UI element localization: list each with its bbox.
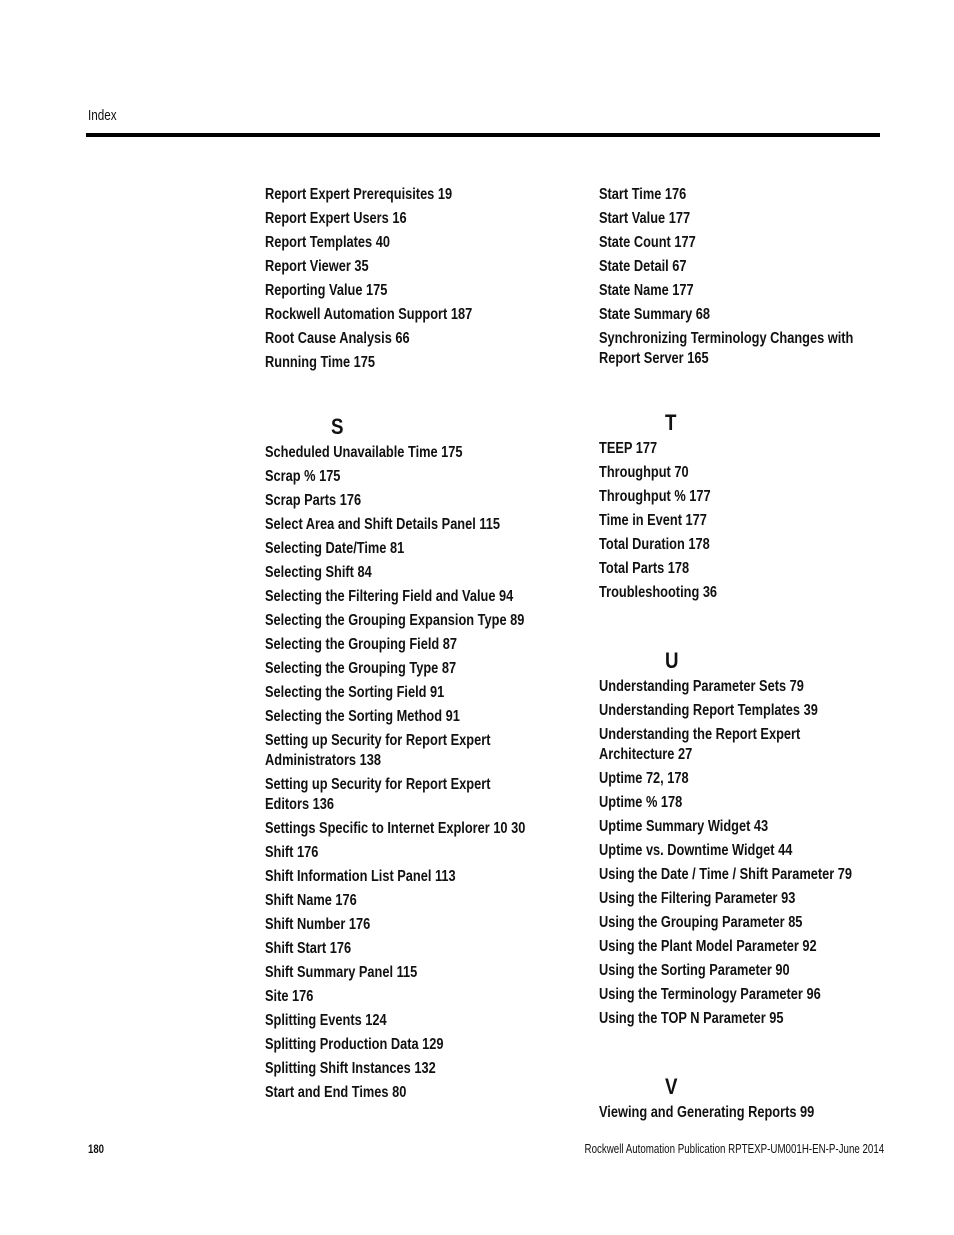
index-entry[interactable]: Throughput % 177 (599, 487, 871, 507)
index-entry[interactable]: Site 176 (265, 987, 537, 1007)
index-entry[interactable]: State Name 177 (599, 281, 871, 301)
index-entry[interactable]: Using the Terminology Parameter 96 (599, 985, 871, 1005)
section-letter-t: T (665, 410, 677, 435)
index-entry[interactable]: Start Value 177 (599, 209, 871, 229)
index-entry[interactable]: Total Duration 178 (599, 535, 871, 555)
index-entry[interactable]: Setting up Security for Report Expert Ad… (265, 731, 537, 771)
section-letter-v: V (665, 1074, 678, 1099)
index-entry[interactable]: Using the Date / Time / Shift Parameter … (599, 865, 871, 885)
index-entry[interactable]: Scheduled Unavailable Time 175 (265, 443, 537, 463)
index-entry[interactable]: Uptime % 178 (599, 793, 871, 813)
index-entry[interactable]: Scrap Parts 176 (265, 491, 537, 511)
index-entry[interactable]: Settings Specific to Internet Explorer 1… (265, 819, 537, 839)
index-entry[interactable]: Using the TOP N Parameter 95 (599, 1009, 871, 1029)
index-entry[interactable]: TEEP 177 (599, 439, 871, 459)
index-entry[interactable]: Selecting the Grouping Expansion Type 89 (265, 611, 537, 631)
index-entry[interactable]: Understanding Report Templates 39 (599, 701, 871, 721)
index-entry[interactable]: Uptime Summary Widget 43 (599, 817, 871, 837)
index-column-right: Start Time 176 Start Value 177 State Cou… (599, 185, 889, 1127)
index-entry[interactable]: Total Parts 178 (599, 559, 871, 579)
index-entry[interactable]: Selecting the Sorting Field 91 (265, 683, 537, 703)
index-entry[interactable]: Shift Start 176 (265, 939, 537, 959)
index-entry[interactable]: Understanding Parameter Sets 79 (599, 677, 871, 697)
index-entry[interactable]: Selecting the Sorting Method 91 (265, 707, 537, 727)
index-entry[interactable]: Using the Grouping Parameter 85 (599, 913, 871, 933)
index-entry[interactable]: Setting up Security for Report Expert Ed… (265, 775, 537, 815)
index-entry[interactable]: Splitting Production Data 129 (265, 1035, 537, 1055)
index-entry[interactable]: Shift Name 176 (265, 891, 537, 911)
index-entry[interactable]: Selecting the Filtering Field and Value … (265, 587, 537, 607)
index-entry[interactable]: Report Expert Users 16 (265, 209, 537, 229)
index-entry[interactable]: Report Expert Prerequisites 19 (265, 185, 537, 205)
index-entry[interactable]: Uptime 72, 178 (599, 769, 871, 789)
index-entry[interactable]: Throughput 70 (599, 463, 871, 483)
index-entry[interactable]: Scrap % 175 (265, 467, 537, 487)
index-entry[interactable]: Select Area and Shift Details Panel 115 (265, 515, 537, 535)
index-entry[interactable]: Selecting the Grouping Field 87 (265, 635, 537, 655)
index-entry[interactable]: Using the Sorting Parameter 90 (599, 961, 871, 981)
section-letter-u: U (665, 648, 679, 673)
index-entry[interactable]: Rockwell Automation Support 187 (265, 305, 537, 325)
index-entry[interactable]: Using the Plant Model Parameter 92 (599, 937, 871, 957)
page-number: 180 (88, 1142, 105, 1156)
index-entry[interactable]: State Summary 68 (599, 305, 871, 325)
index-entry[interactable]: Selecting the Grouping Type 87 (265, 659, 537, 679)
index-entry[interactable]: Splitting Events 124 (265, 1011, 537, 1031)
index-entry[interactable]: Shift Summary Panel 115 (265, 963, 537, 983)
running-header: Index (88, 107, 117, 124)
index-entry[interactable]: Shift Number 176 (265, 915, 537, 935)
index-entry[interactable]: Troubleshooting 36 (599, 583, 871, 603)
index-entry[interactable]: Time in Event 177 (599, 511, 871, 531)
section-letter-s: S (331, 414, 344, 439)
index-entry[interactable]: State Count 177 (599, 233, 871, 253)
index-entry[interactable]: Shift Information List Panel 113 (265, 867, 537, 887)
index-entry[interactable]: Reporting Value 175 (265, 281, 537, 301)
index-entry[interactable]: Understanding the Report Expert Architec… (599, 725, 871, 765)
index-entry[interactable]: Shift 176 (265, 843, 537, 863)
index-column-left: Report Expert Prerequisites 19 Report Ex… (265, 185, 555, 1107)
index-entry[interactable]: Report Templates 40 (265, 233, 537, 253)
header-rule (86, 133, 880, 137)
index-entry[interactable]: Root Cause Analysis 66 (265, 329, 537, 349)
index-entry[interactable]: Splitting Shift Instances 132 (265, 1059, 537, 1079)
index-entry[interactable]: Uptime vs. Downtime Widget 44 (599, 841, 871, 861)
index-entry[interactable]: Running Time 175 (265, 353, 537, 373)
index-entry[interactable]: Start and End Times 80 (265, 1083, 537, 1103)
index-entry[interactable]: State Detail 67 (599, 257, 871, 277)
index-entry[interactable]: Selecting Shift 84 (265, 563, 537, 583)
index-entry[interactable]: Viewing and Generating Reports 99 (599, 1103, 871, 1123)
publication-footer: Rockwell Automation Publication RPTEXP-U… (584, 1142, 884, 1156)
index-entry[interactable]: Synchronizing Terminology Changes with R… (599, 329, 871, 369)
index-entry[interactable]: Using the Filtering Parameter 93 (599, 889, 871, 909)
index-entry[interactable]: Selecting Date/Time 81 (265, 539, 537, 559)
index-entry[interactable]: Report Viewer 35 (265, 257, 537, 277)
index-entry[interactable]: Start Time 176 (599, 185, 871, 205)
